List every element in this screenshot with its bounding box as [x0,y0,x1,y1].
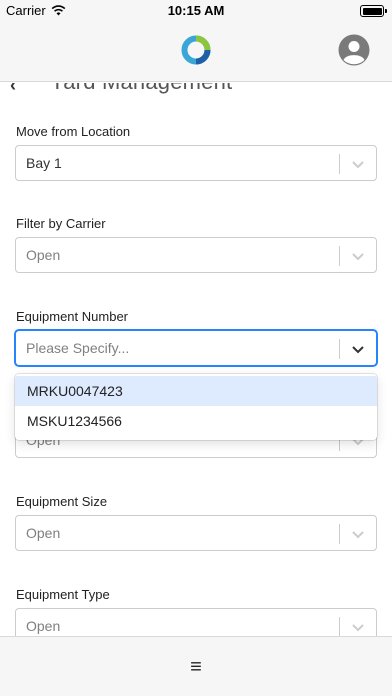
app-logo-icon[interactable] [180,34,212,66]
chevron-down-icon[interactable] [350,526,366,542]
equipment-type-value: Open [26,618,61,634]
separator [339,246,340,266]
battery-icon [360,5,387,17]
menu-option[interactable]: MSKU1234566 [15,406,377,436]
separator [339,339,340,359]
page-title-row: ‹ Yard Management [0,83,392,99]
separator [339,617,340,636]
user-avatar-icon[interactable] [338,34,370,66]
move-from-value: Bay 1 [26,155,62,171]
main-content: ‹ Yard Management Move from Location Bay… [0,83,392,636]
carrier-filter-value: Open [26,247,61,263]
bottom-bar: ≡ [0,636,392,696]
equipment-number-placeholder: Please Specify... [26,340,130,356]
chevron-down-icon[interactable] [350,248,366,264]
chevron-down-icon[interactable] [350,341,366,357]
carrier-filter-select[interactable]: Open [15,237,377,273]
status-time: 10:15 AM [167,3,225,18]
equipment-type-select[interactable]: Open [15,608,377,636]
equipment-size-value: Open [26,525,61,541]
equipment-number-select[interactable]: Please Specify... [15,330,377,366]
equipment-number-menu: MRKU0047423 MSKU1234566 [15,374,377,440]
page-title: Yard Management [50,83,232,95]
equipment-size-label: Equipment Size [16,494,108,509]
equipment-number-label: Equipment Number [16,309,128,324]
app-header [0,22,392,82]
status-bar: Carrier 10:15 AM [0,0,392,22]
menu-option[interactable]: MRKU0047423 [15,376,377,406]
separator [339,154,340,174]
hamburger-menu-icon[interactable]: ≡ [184,657,208,677]
carrier-filter-label: Filter by Carrier [16,216,106,231]
chevron-down-icon[interactable] [350,619,366,635]
separator [339,524,340,544]
equipment-size-select[interactable]: Open [15,515,377,551]
equipment-type-label: Equipment Type [16,587,110,602]
back-chevron-icon[interactable]: ‹ [10,83,16,96]
move-from-label: Move from Location [16,124,131,139]
move-from-select[interactable]: Bay 1 [15,145,377,181]
chevron-down-icon[interactable] [350,156,366,172]
